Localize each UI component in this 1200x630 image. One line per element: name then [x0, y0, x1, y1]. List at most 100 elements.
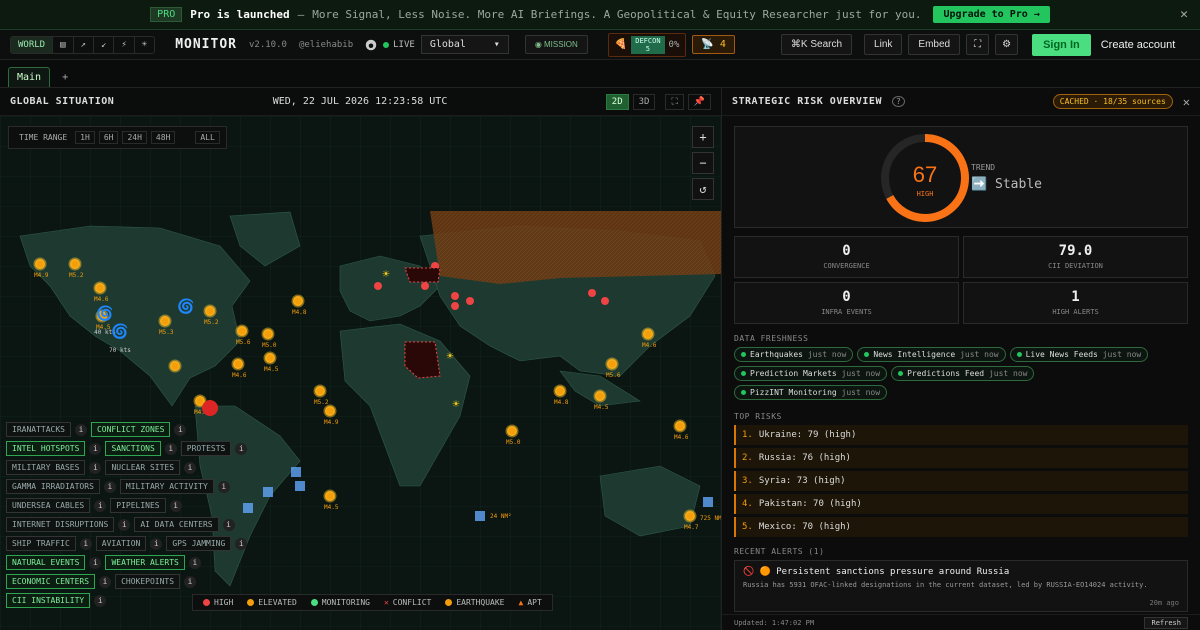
layer-toggle-intel-hotspots[interactable]: INTEL HOTSPOTS	[6, 441, 86, 456]
info-icon[interactable]: i	[118, 518, 131, 531]
heat-alert-icon[interactable]: ☀	[382, 267, 390, 281]
info-icon[interactable]: i	[150, 537, 163, 550]
layer-toggle-weather-alerts[interactable]: WEATHER ALERTS	[105, 555, 185, 570]
search-button[interactable]: ⌘K Search	[780, 34, 853, 55]
github-icon[interactable]	[365, 39, 377, 51]
fullscreen-icon[interactable]: ⛶	[966, 34, 990, 55]
embed-button[interactable]: Embed	[908, 34, 961, 55]
earthquake-marker[interactable]	[168, 359, 182, 373]
refresh-button[interactable]: Refresh	[1144, 616, 1188, 629]
earthquake-marker[interactable]	[553, 384, 567, 398]
author-handle[interactable]: @eliehabib	[299, 40, 353, 50]
info-icon[interactable]: i	[235, 537, 248, 550]
add-tab-button[interactable]: +	[56, 68, 74, 87]
sun-icon[interactable]: ☀	[135, 37, 154, 53]
high-risk-marker[interactable]	[421, 282, 429, 290]
earthquake-marker[interactable]	[261, 327, 275, 341]
time-range-48h[interactable]: 48H	[150, 131, 176, 144]
earthquake-marker[interactable]	[158, 314, 172, 328]
heat-alert-icon[interactable]: ☀	[446, 349, 454, 363]
earthquake-marker[interactable]	[323, 404, 337, 418]
time-range-6h[interactable]: 6H	[98, 131, 119, 144]
earthquake-marker[interactable]	[203, 304, 217, 318]
view-3d-button[interactable]: 3D	[632, 93, 656, 110]
info-icon[interactable]: i	[89, 442, 102, 455]
earthquake-marker[interactable]	[593, 389, 607, 403]
earthquake-marker[interactable]	[683, 509, 697, 523]
layer-toggle-gamma-irradiators[interactable]: GAMMA IRRADIATORS	[6, 479, 100, 494]
time-range-24h[interactable]: 24H	[122, 131, 147, 144]
layer-toggle-pipelines[interactable]: PIPELINES	[110, 498, 166, 513]
view-2d-button[interactable]: 2D	[605, 93, 629, 110]
data-center-icon[interactable]	[703, 497, 713, 507]
layer-toggle-protests[interactable]: PROTESTS	[180, 441, 232, 456]
layer-toggle-internet-disruptions[interactable]: INTERNET DISRUPTIONS	[6, 517, 115, 532]
conflict-zone-ukraine[interactable]	[404, 267, 441, 283]
layer-toggle-cii-instability[interactable]: CII INSTABILITY	[6, 593, 91, 608]
info-icon[interactable]: i	[169, 499, 182, 512]
high-risk-marker[interactable]	[466, 297, 474, 305]
info-icon[interactable]: i	[74, 423, 87, 436]
risk-row[interactable]: 3. Syria: 73 (high)	[734, 471, 1188, 491]
layer-toggle-aviation[interactable]: AVIATION	[95, 536, 147, 551]
earthquake-marker[interactable]	[231, 357, 245, 371]
alerts-button[interactable]: 📡 4	[692, 35, 735, 54]
alert-card[interactable]: 🚫 🟠 Persistent sanctions pressure around…	[734, 560, 1188, 612]
zoom-out-button[interactable]: −	[692, 152, 714, 174]
earthquake-marker[interactable]	[313, 384, 327, 398]
info-icon[interactable]: i	[184, 461, 197, 474]
data-center-icon[interactable]	[263, 487, 273, 497]
tab-main[interactable]: Main	[8, 67, 51, 87]
info-icon[interactable]: i	[222, 518, 235, 531]
layer-toggle-economic-centers[interactable]: ECONOMIC CENTERS	[6, 574, 96, 589]
risk-row[interactable]: 5. Mexico: 70 (high)	[734, 517, 1188, 537]
info-icon[interactable]: i	[217, 480, 230, 493]
time-range-all[interactable]: ALL	[195, 131, 220, 144]
info-icon[interactable]: i	[89, 556, 102, 569]
info-icon[interactable]: i	[164, 442, 177, 455]
create-account-button[interactable]: Create account	[1097, 39, 1180, 51]
storm-icon[interactable]: 🌀	[96, 304, 113, 322]
reset-view-button[interactable]: ↺	[692, 178, 714, 200]
settings-gear-icon[interactable]: ⚙	[995, 34, 1019, 55]
info-icon[interactable]: i	[79, 537, 92, 550]
layer-toggle-iranattacks[interactable]: IRANATTACKS	[6, 422, 71, 437]
data-center-icon[interactable]	[295, 481, 305, 491]
earthquake-marker[interactable]	[33, 257, 47, 271]
time-range-1h[interactable]: 1H	[75, 131, 95, 144]
globe-icon[interactable]: WORLD	[11, 36, 54, 53]
layer-toggle-military-activity[interactable]: MILITARY ACTIVITY	[119, 479, 214, 494]
close-icon[interactable]: ✕	[1180, 7, 1188, 22]
earthquake-marker[interactable]	[605, 357, 619, 371]
info-icon[interactable]: i	[103, 480, 116, 493]
data-center-icon[interactable]	[291, 467, 301, 477]
earthquake-marker[interactable]	[68, 257, 82, 271]
chart-icon[interactable]: ↗	[74, 36, 94, 53]
info-icon[interactable]: i	[174, 423, 187, 436]
layer-toggle-conflict-zones[interactable]: CONFLICT ZONES	[90, 422, 171, 437]
high-risk-marker[interactable]	[374, 282, 382, 290]
data-center-icon[interactable]	[475, 511, 485, 521]
region-select[interactable]: Global ▾	[420, 35, 509, 54]
bolt-icon[interactable]: ⚡	[114, 36, 135, 53]
info-icon[interactable]: i	[94, 594, 107, 607]
risk-row[interactable]: 1. Ukraine: 79 (high)	[734, 425, 1188, 445]
mission-button[interactable]: ◉ MISSION	[524, 35, 588, 54]
link-button[interactable]: Link	[864, 34, 903, 55]
risk-row[interactable]: 4. Pakistan: 70 (high)	[734, 494, 1188, 514]
earthquake-marker[interactable]	[263, 351, 277, 365]
high-risk-marker[interactable]	[451, 292, 459, 300]
info-icon[interactable]: i	[99, 575, 112, 588]
upgrade-button[interactable]: Upgrade to Pro →	[933, 6, 1050, 23]
layer-toggle-ship-traffic[interactable]: SHIP TRAFFIC	[6, 536, 76, 551]
expand-icon[interactable]: ⛶	[665, 93, 684, 110]
info-icon[interactable]: i	[184, 575, 197, 588]
monitor-icon[interactable]: ▤	[53, 36, 74, 53]
info-icon[interactable]: i	[94, 499, 107, 512]
layer-toggle-chokepoints[interactable]: CHOKEPOINTS	[115, 574, 181, 589]
pin-icon[interactable]: 📌	[687, 93, 711, 110]
arrow-icon[interactable]: ↙	[94, 36, 115, 53]
earthquake-marker[interactable]	[291, 294, 305, 308]
layer-toggle-undersea-cables[interactable]: UNDERSEA CABLES	[6, 498, 91, 513]
storm-icon[interactable]: 🌀	[111, 322, 128, 340]
